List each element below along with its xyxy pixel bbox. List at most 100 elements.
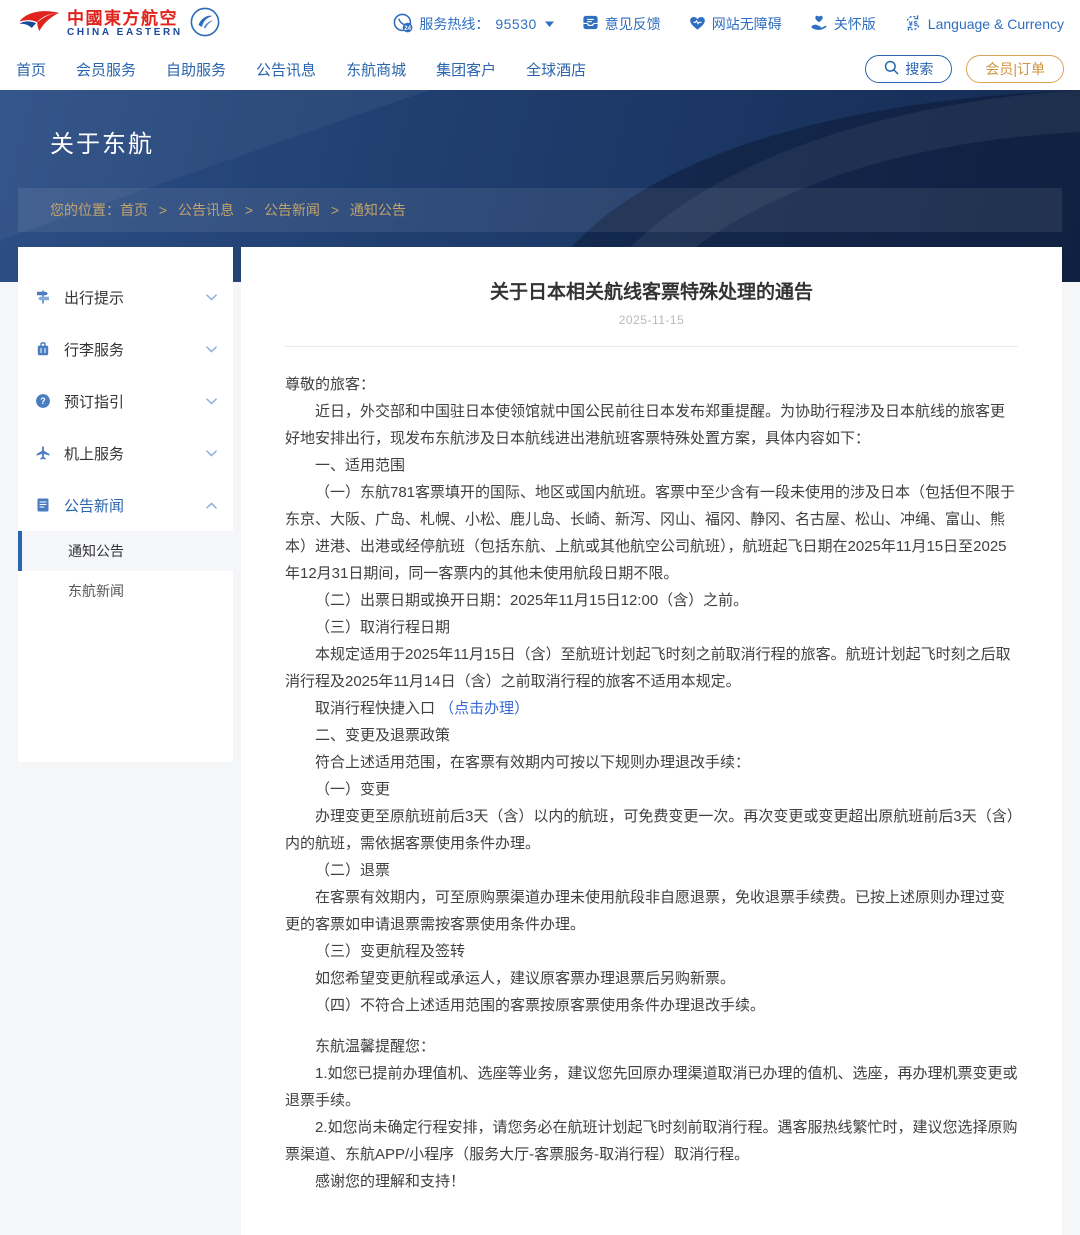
article-paragraph-21: 感谢您的理解和支持！ [285, 1168, 1018, 1195]
language-currency-icon: ¥$ [904, 14, 922, 35]
sidebar-item-travel-tips[interactable]: 出行提示 [18, 271, 233, 323]
signpost-icon [34, 289, 52, 305]
nav-global-hotels[interactable]: 全球酒店 [526, 59, 586, 80]
header-quick-links: 24 服务热线： 95530 意见反馈 网站无障碍 关怀版 ¥$ Language & … [393, 13, 1064, 36]
article-paragraph-11: 办理变更至原航班前后3天（含）以内的航班，可免费变更一次。再次变更或变更超出原航… [285, 803, 1018, 857]
article-paragraph-18: 东航温馨提醒您： [285, 1033, 1018, 1060]
sidebar-subitem-cea-news[interactable]: 东航新闻 [18, 571, 233, 611]
article-paragraph-12: （二）退票 [285, 857, 1018, 884]
chevron-down-icon [206, 398, 217, 405]
language-currency-link[interactable]: ¥$ Language & Currency [904, 14, 1064, 35]
article-paragraph-7: 取消行程快捷入口 （点击办理） [285, 695, 1018, 722]
member-order-label: 会员|订单 [985, 59, 1045, 79]
svg-text:24: 24 [405, 25, 412, 31]
sidebar-subitem-notice-announcements[interactable]: 通知公告 [18, 531, 233, 571]
article-paragraph-8: 二、变更及退票政策 [285, 722, 1018, 749]
article-paragraph-14: （三）变更航程及签转 [285, 938, 1018, 965]
banner-title: 关于东航 [50, 124, 154, 159]
nav-corporate-clients[interactable]: 集团客户 [436, 59, 496, 80]
care-hand-heart-icon [810, 14, 828, 34]
paragraph-spacer [285, 1019, 1018, 1033]
breadcrumb-item-3[interactable]: 通知公告 [350, 202, 406, 218]
search-button-label: 搜索 [905, 59, 933, 79]
breadcrumb: 您的位置： 首页 > 公告讯息 > 公告新闻 > 通知公告 [18, 188, 1062, 232]
quick-link-label: 网站无障碍 [712, 14, 782, 34]
sidebar-item-label: 公告新闻 [64, 495, 194, 516]
plane-icon [34, 445, 52, 461]
hotline-label: 服务热线： [419, 14, 489, 34]
logo-text-cn: 中國東方航空 [67, 10, 183, 28]
nav-member-services[interactable]: 会员服务 [76, 59, 136, 80]
breadcrumb-separator: > [327, 202, 343, 218]
main-nav: 首页 会员服务 自助服务 公告讯息 东航商城 集团客户 全球酒店 [16, 59, 586, 80]
sidebar-item-label: 机上服务 [64, 443, 194, 464]
article-panel: 关于日本相关航线客票特殊处理的通告 2025-11-15 尊敬的旅客：近日，外交… [241, 247, 1062, 1235]
chevron-down-icon [206, 346, 217, 353]
article-paragraph-16: （四）不符合上述适用范围的客票按原客票使用条件办理退改手续。 [285, 992, 1018, 1019]
feedback-link[interactable]: 意见反馈 [582, 14, 661, 34]
news-icon [34, 497, 52, 513]
quick-link-label: 关怀版 [834, 14, 876, 34]
care-version-link[interactable]: 关怀版 [810, 14, 876, 34]
sidebar-item-label: 行李服务 [64, 339, 194, 360]
article-paragraph-19: 1.如您已提前办理值机、选座等业务，建议您先回原办理渠道取消已办理的值机、选座，… [285, 1060, 1018, 1114]
svg-text:?: ? [40, 396, 46, 406]
sidebar-item-booking-guide[interactable]: ? 预订指引 [18, 375, 233, 427]
sidebar-item-label: 出行提示 [64, 287, 194, 308]
breadcrumb-item-2[interactable]: 公告新闻 [264, 202, 320, 218]
article-paragraph-6: 本规定适用于2025年11月15日（含）至航班计划起飞时刻之前取消行程的旅客。航… [285, 641, 1018, 695]
nav-home[interactable]: 首页 [16, 59, 46, 80]
article-paragraph-5: （三）取消行程日期 [285, 614, 1018, 641]
cancel-trip-link[interactable]: （点击办理） [439, 700, 529, 717]
quick-link-label: 意见反馈 [605, 14, 661, 34]
sidebar-item-label: 预订指引 [64, 391, 194, 412]
breadcrumb-item-1[interactable]: 公告讯息 [178, 202, 234, 218]
breadcrumb-separator: > [241, 202, 257, 218]
accessibility-heart-icon [689, 15, 706, 34]
china-eastern-logo[interactable]: 中國東方航空 CHINA EASTERN [16, 7, 220, 42]
article-paragraph-10: （一）变更 [285, 776, 1018, 803]
sidebar-subitem-label: 东航新闻 [68, 581, 124, 601]
phone-24-icon: 24 [393, 13, 413, 36]
article-date: 2025-11-15 [285, 313, 1018, 327]
article-paragraph-13: 在客票有效期内，可至原购票渠道办理未使用航段非自愿退票，免收退票手续费。已按上述… [285, 884, 1018, 938]
logo-text-en: CHINA EASTERN [67, 28, 183, 39]
chevron-down-icon [206, 294, 217, 301]
accessibility-link[interactable]: 网站无障碍 [689, 14, 782, 34]
article-paragraph-0: 尊敬的旅客： [285, 371, 1018, 398]
divider [285, 346, 1018, 347]
hotline-number: 95530 [495, 16, 536, 32]
breadcrumb-item-0[interactable]: 首页 [120, 202, 148, 218]
top-header: 中國東方航空 CHINA EASTERN 24 服务热线： 95530 意见反 [0, 0, 1080, 90]
member-order-button[interactable]: 会员|订单 [966, 55, 1064, 83]
swallow-bird-icon [16, 7, 60, 42]
search-icon [884, 60, 899, 78]
article-body: 尊敬的旅客：近日，外交部和中国驻日本使领馆就中国公民前往日本发布郑重提醒。为协助… [285, 371, 1018, 1195]
sidebar-item-baggage-services[interactable]: 行李服务 [18, 323, 233, 375]
sidebar-item-onboard-services[interactable]: 机上服务 [18, 427, 233, 479]
chevron-down-icon [206, 450, 217, 457]
caret-down-icon [545, 21, 554, 27]
breadcrumb-separator: > [155, 202, 171, 218]
article-paragraph-3: （一）东航781客票填开的国际、地区或国内航班。客票中至少含有一段未使用的涉及日… [285, 479, 1018, 587]
nav-announcements[interactable]: 公告讯息 [256, 59, 316, 80]
sidebar: 出行提示行李服务? 预订指引机上服务公告新闻通知公告东航新闻 [18, 247, 233, 762]
service-hotline[interactable]: 24 服务热线： 95530 [393, 13, 553, 36]
article-paragraph-15: 如您希望变更航程或承运人，建议原客票办理退票后另购新票。 [285, 965, 1018, 992]
nav-cea-mall[interactable]: 东航商城 [346, 59, 406, 80]
article-paragraph-1: 近日，外交部和中国驻日本使领馆就中国公民前往日本发布郑重提醒。为协助行程涉及日本… [285, 398, 1018, 452]
sidebar-subitem-label: 通知公告 [68, 541, 124, 561]
breadcrumb-label: 您的位置： [50, 200, 120, 220]
search-button[interactable]: 搜索 [865, 55, 952, 83]
article-paragraph-4: （二）出票日期或换开日期：2025年11月15日12:00（含）之前。 [285, 587, 1018, 614]
feedback-icon [582, 14, 599, 34]
nav-self-services[interactable]: 自助服务 [166, 59, 226, 80]
sidebar-item-announcements-news[interactable]: 公告新闻 [18, 479, 233, 531]
article-paragraph-20: 2.如您尚未确定行程安排，请您务必在航班计划起飞时刻前取消行程。遇客服热线繁忙时… [285, 1114, 1018, 1168]
chevron-up-icon [206, 502, 217, 509]
article-paragraph-9: 符合上述适用范围，在客票有效期内可按以下规则办理退改手续： [285, 749, 1018, 776]
luggage-icon [34, 341, 52, 357]
quick-link-label: Language & Currency [928, 16, 1064, 32]
help-icon: ? [34, 393, 52, 409]
article-paragraph-2: 一、适用范围 [285, 452, 1018, 479]
